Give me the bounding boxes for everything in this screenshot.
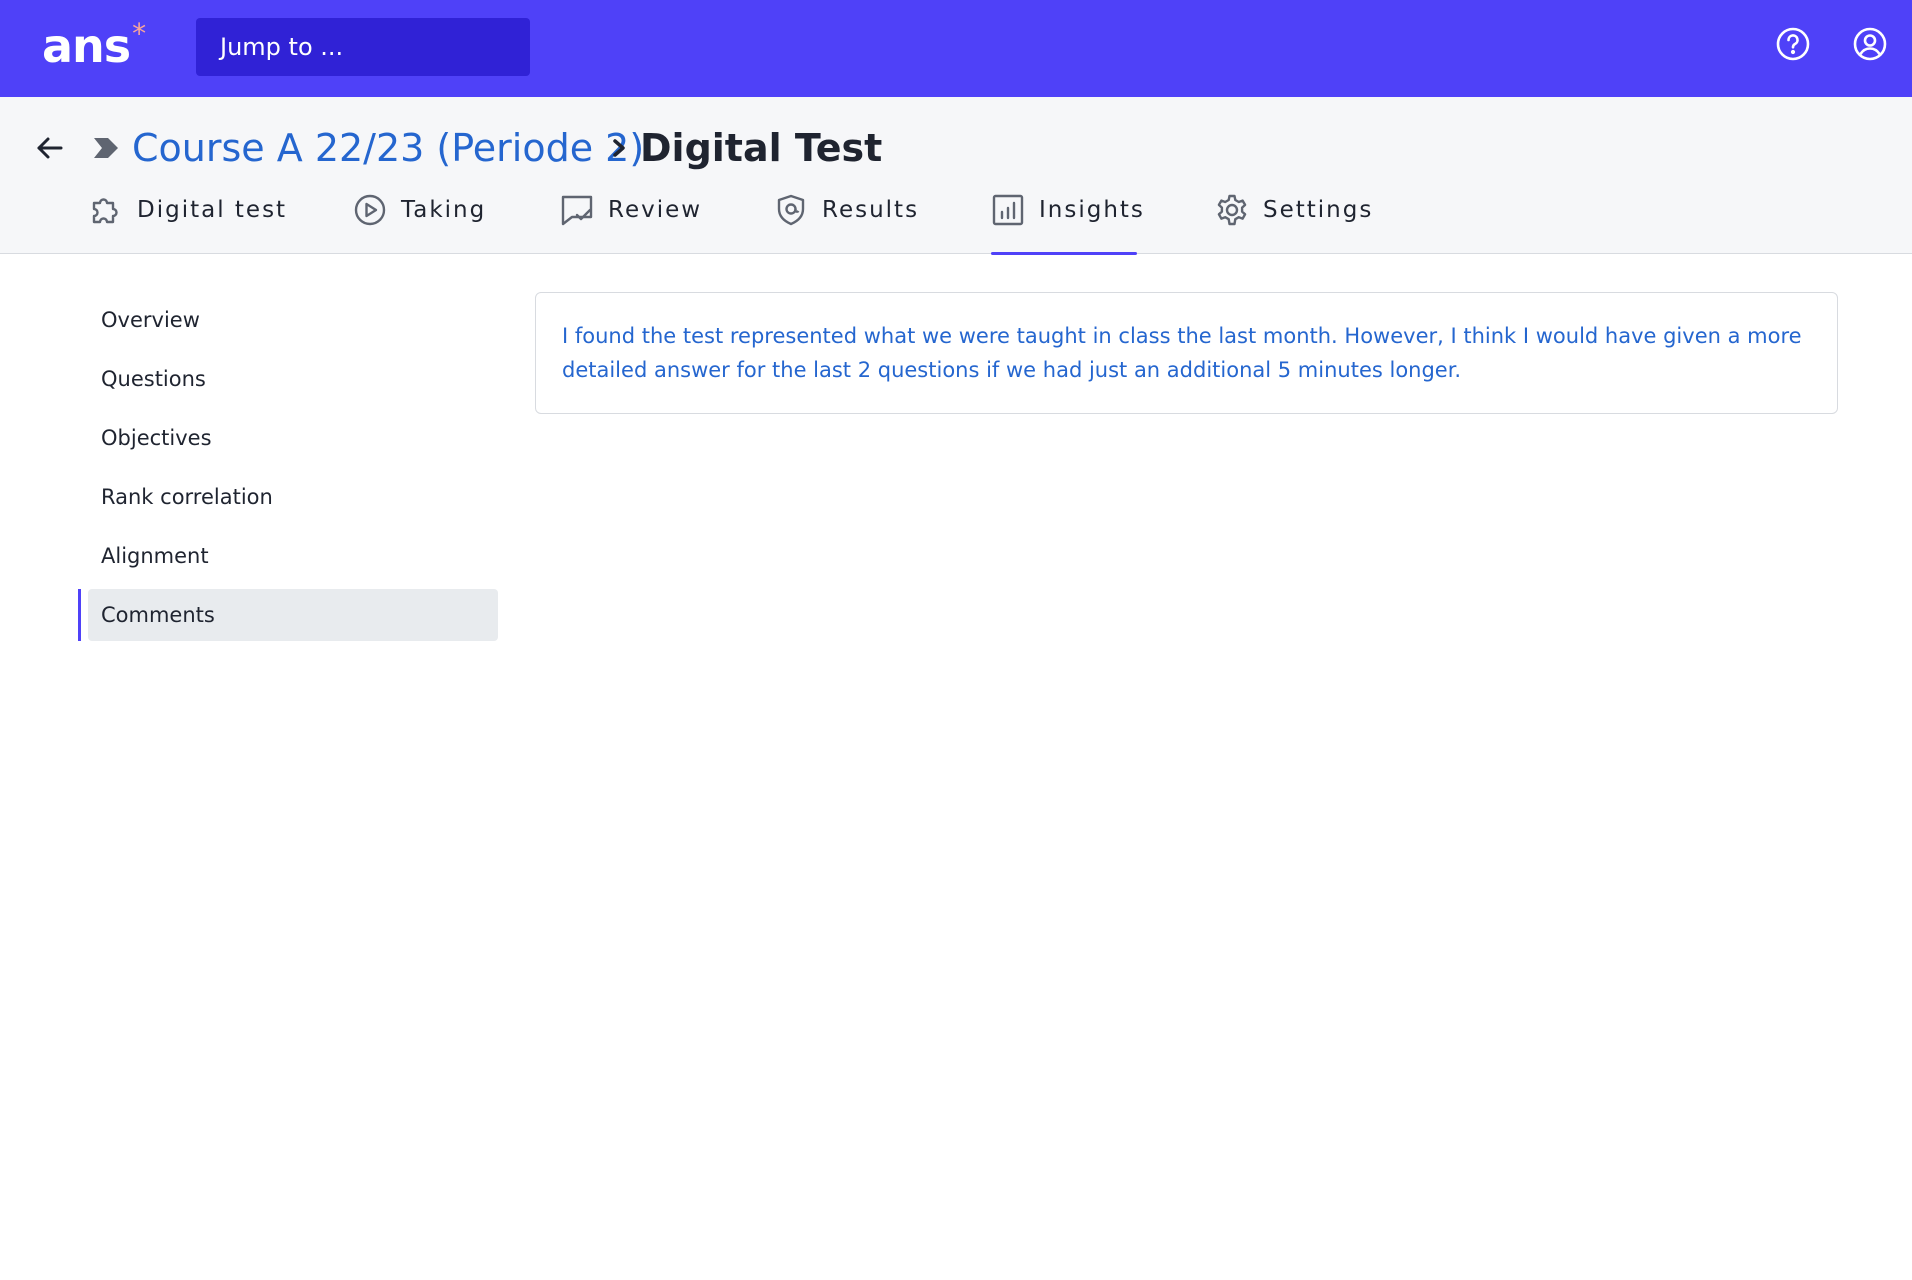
tab-results[interactable]: Results <box>774 193 919 253</box>
tab-review[interactable]: Review <box>560 193 702 253</box>
page-header: Course A 22/23 (Periode 2) Digital Test … <box>0 97 1912 255</box>
breadcrumb-chevron-icon <box>94 138 118 158</box>
comment-card: I found the test represented what we wer… <box>535 292 1838 414</box>
back-arrow-icon[interactable] <box>33 131 67 165</box>
sidenav-item-label: Comments <box>101 603 215 627</box>
review-check-icon <box>561 195 593 226</box>
sidenav-item-label: Objectives <box>101 426 212 450</box>
bar-chart-icon <box>992 194 1024 226</box>
sidenav-item-label: Alignment <box>101 544 209 568</box>
tab-label: Insights <box>1039 197 1145 223</box>
sidenav-item-comments[interactable]: Comments <box>78 589 498 641</box>
sidenav-item-label: Questions <box>101 367 206 391</box>
tab-label: Results <box>822 197 920 223</box>
tab-settings[interactable]: Settings <box>1215 193 1373 253</box>
page-title: Digital Test <box>640 126 883 170</box>
sidenav-item-label: Overview <box>101 308 200 332</box>
logo-asterisk: * <box>132 17 147 50</box>
puzzle-icon <box>92 198 118 224</box>
sidenav-item-label: Rank correlation <box>101 485 273 509</box>
app-logo[interactable]: ans * <box>42 18 146 74</box>
sidenav-item-alignment[interactable]: Alignment <box>78 530 498 582</box>
tab-digital-test[interactable]: Digital test <box>89 193 287 253</box>
insights-sidenav: Overview Questions Objectives Rank corre… <box>78 294 498 648</box>
account-circle-icon[interactable] <box>1852 26 1888 62</box>
jump-to-placeholder: Jump to ... <box>220 33 344 61</box>
tab-taking[interactable]: Taking <box>353 193 486 253</box>
comment-text: I found the test represented what we wer… <box>562 324 1802 382</box>
logo-text: ans <box>42 19 131 73</box>
tab-label: Taking <box>401 197 487 223</box>
gear-icon <box>1217 194 1247 226</box>
shield-icon <box>777 194 805 226</box>
sidenav-item-objectives[interactable]: Objectives <box>78 412 498 464</box>
jump-to-search[interactable]: Jump to ... <box>196 18 530 76</box>
play-circle-icon <box>354 194 386 226</box>
breadcrumb-course-link[interactable]: Course A 22/23 (Periode 2) <box>132 125 644 171</box>
tab-label: Digital test <box>137 197 288 223</box>
sidenav-item-overview[interactable]: Overview <box>78 294 498 346</box>
top-bar: ans * Jump to ... <box>0 0 1912 97</box>
breadcrumb-separator-icon <box>613 139 625 157</box>
help-circle-icon[interactable] <box>1775 26 1811 62</box>
tab-label: Settings <box>1263 197 1374 223</box>
sidenav-item-questions[interactable]: Questions <box>78 353 498 405</box>
tab-label: Review <box>608 197 703 223</box>
sidenav-item-rank-correlation[interactable]: Rank correlation <box>78 471 498 523</box>
tab-insights[interactable]: Insights <box>991 193 1143 255</box>
